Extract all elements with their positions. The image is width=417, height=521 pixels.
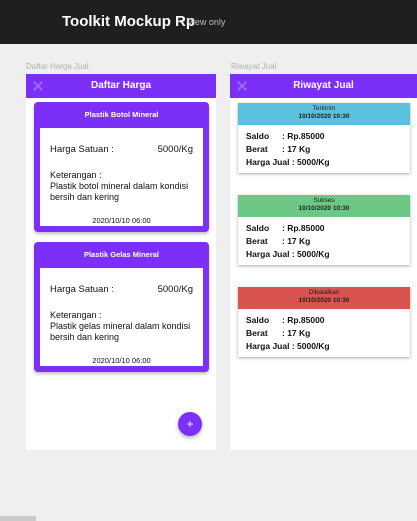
status-badge: Sukses: [313, 197, 335, 204]
saldo-value: : Rp.85000: [282, 315, 325, 325]
harga-row: Harga Jual : 5000/Kg: [246, 249, 330, 259]
add-price-button[interactable]: +: [178, 412, 202, 436]
history-card[interactable]: Terkirim 10/10/2020 10:30 Saldo : Rp.8500…: [238, 103, 410, 173]
price-label: Harga Satuan :: [50, 284, 114, 295]
card-body: Harga Satuan : 5000/Kg Keterangan : Plas…: [40, 268, 203, 366]
card-date: 2020/10/10 06:00: [92, 356, 151, 365]
frame-label-daftar-harga-jual[interactable]: Daftar Harga Jual: [26, 62, 89, 71]
status-header: Sukses 10/10/2020 10:30: [238, 195, 410, 217]
desc-label: Keterangan :: [50, 170, 102, 180]
desc-label: Keterangan :: [50, 310, 102, 320]
view-mode-label: View only: [187, 17, 226, 27]
price-label: Harga Satuan :: [50, 144, 114, 155]
price-list-screen: Daftar Harga Plastik Botol Mineral Harga…: [26, 74, 216, 450]
saldo-row: Saldo : Rp.85000: [246, 131, 325, 141]
sales-history-screen: Riwayat Jual Terkirim 10/10/2020 10:30 S…: [230, 74, 417, 450]
price-card[interactable]: Plastik Botol Mineral Harga Satuan : 500…: [34, 102, 209, 232]
timestamp: 10/10/2020 10:30: [298, 205, 350, 212]
saldo-label: Saldo: [246, 223, 270, 233]
berat-label: Berat: [246, 236, 268, 246]
berat-label: Berat: [246, 328, 268, 338]
price-value: 5000/Kg: [157, 284, 193, 295]
close-icon[interactable]: [236, 80, 248, 92]
berat-value: : 17 Kg: [282, 236, 311, 246]
timestamp: 10/10/2020 10:30: [298, 297, 350, 304]
harga-row: Harga Jual : 5000/Kg: [246, 157, 330, 167]
price-row: Harga Satuan : 5000/Kg: [50, 284, 193, 295]
berat-row: Berat : 17 Kg: [246, 144, 310, 154]
card-title: Plastik Botol Mineral: [84, 110, 159, 119]
saldo-row: Saldo : Rp.85000: [246, 223, 325, 233]
status-badge: Terkirim: [312, 105, 336, 112]
status-header: Terkirim 10/10/2020 10:30: [238, 103, 410, 125]
card-title: Plastik Gelas Mineral: [83, 250, 160, 259]
bottom-scroll-tab[interactable]: [0, 516, 36, 521]
price-list-title: Daftar Harga: [90, 80, 152, 91]
price-card[interactable]: Plastik Gelas Mineral Harga Satuan : 500…: [34, 242, 209, 372]
saldo-value: : Rp.85000: [282, 223, 325, 233]
price-value: 5000/Kg: [157, 144, 193, 155]
saldo-label: Saldo: [246, 131, 270, 141]
berat-row: Berat : 17 Kg: [246, 236, 310, 246]
desc-text: Plastik gelas mineral dalam kondisi bers…: [50, 321, 191, 342]
sales-history-header: Riwayat Jual: [230, 74, 417, 98]
berat-row: Berat : 17 Kg: [246, 328, 310, 338]
top-bar: Toolkit Mockup Rp ⌄ View only: [0, 0, 417, 44]
saldo-label: Saldo: [246, 315, 270, 325]
berat-label: Berat: [246, 144, 268, 154]
harga-row: Harga Jual : 5000/Kg: [246, 341, 330, 351]
saldo-value: : Rp.85000: [282, 131, 325, 141]
status-badge: Dibatalkan: [308, 289, 340, 296]
price-row: Harga Satuan : 5000/Kg: [50, 144, 193, 155]
frame-label-riwayat-jual[interactable]: Riwayat Jual: [231, 62, 276, 71]
desc-text: Plastik botol mineral dalam kondisi bers…: [50, 181, 189, 202]
status-header: Dibatalkan 10/10/2020 10:30: [238, 287, 410, 309]
sales-history-title: Riwayat Jual: [293, 80, 354, 91]
berat-value: : 17 Kg: [282, 328, 311, 338]
history-card[interactable]: Dibatalkan 10/10/2020 10:30 Saldo : Rp.85…: [238, 287, 410, 357]
chevron-down-icon[interactable]: ⌄: [175, 14, 183, 25]
timestamp: 10/10/2020 10:30: [298, 113, 350, 120]
berat-value: : 17 Kg: [282, 144, 311, 154]
price-list-header: Daftar Harga: [26, 74, 216, 98]
card-body: Harga Satuan : 5000/Kg Keterangan : Plas…: [40, 128, 203, 226]
card-date: 2020/10/10 06:00: [92, 216, 151, 225]
saldo-row: Saldo : Rp.85000: [246, 315, 325, 325]
close-icon[interactable]: [32, 80, 44, 92]
history-card[interactable]: Sukses 10/10/2020 10:30 Saldo: Rp.85000 …: [238, 195, 410, 265]
